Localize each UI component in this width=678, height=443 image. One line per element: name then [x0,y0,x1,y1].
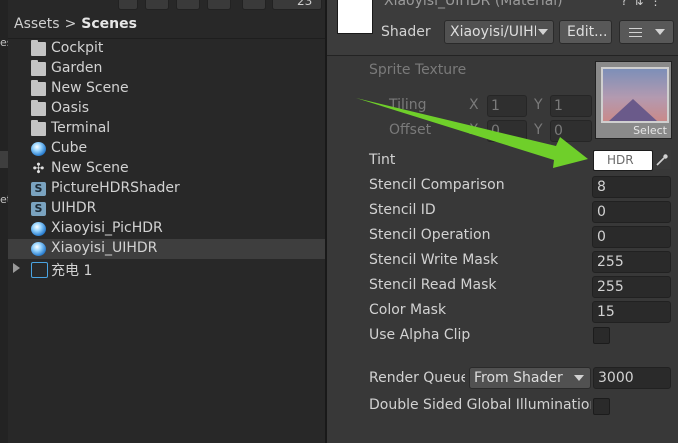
breadcrumb: Assets > Scenes [14,16,137,32]
asset-list: Cockpit Garden New Scene Oasis Terminal … [8,39,325,279]
render-queue-field[interactable]: 3000 [593,367,671,389]
offset-label: Offset [389,122,432,138]
edge-label-1: es [0,36,8,49]
double-sided-gi-label: Double Sided Global Illumination [369,397,591,413]
breadcrumb-current[interactable]: Scenes [81,16,137,32]
label-icon[interactable] [176,0,200,10]
offset-y-field[interactable]: 0 [550,120,592,142]
folder-icon [31,40,46,56]
list-item[interactable]: Oasis [8,99,325,119]
tiling-y-label: Y [534,97,543,113]
stencil-operation-label: Stencil Operation [369,227,491,243]
list-item[interactable]: Cube [8,139,325,159]
render-queue-label: Render Queue [369,370,465,386]
material-preview-thumbnail [337,0,373,34]
folder-icon [31,120,46,136]
list-item[interactable]: Terminal [8,119,325,139]
shader-label: Shader [381,24,431,40]
stencil-id-field[interactable]: 0 [592,201,671,223]
shader-icon: S [31,202,46,216]
color-mask-label: Color Mask [369,302,447,318]
tiling-x-field[interactable]: 1 [487,95,527,117]
favorite-icon[interactable] [242,0,266,10]
offset-x-field[interactable]: 0 [487,120,527,142]
edit-shader-button[interactable]: Edit... [559,20,612,44]
stencil-write-mask-label: Stencil Write Mask [369,252,499,268]
double-sided-gi-checkbox[interactable] [593,398,610,415]
eyedropper-button[interactable] [653,150,671,169]
list-item[interactable]: Xiaoyisi_PicHDR [8,219,325,239]
breadcrumb-separator: > [64,16,77,32]
render-queue-dropdown[interactable]: From Shader [469,367,591,389]
header-icons[interactable]: ?⇅⋮ [621,0,667,8]
folder-icon [31,80,46,96]
list-item-selected[interactable]: Xiaoyisi_UIHDR [8,239,325,259]
search-type-icon[interactable] [207,0,231,10]
offset-y-label: Y [534,122,543,138]
edge-selected-row[interactable] [0,151,8,168]
tint-color-field[interactable]: HDR [593,150,653,171]
expand-arrow-icon[interactable] [13,263,20,273]
settings-icon[interactable]: ⇅ [633,0,649,8]
scene-icon: ✣ [32,161,45,177]
hidden-packages-count: 23 [297,0,313,8]
tint-label: Tint [369,152,396,168]
shader-dropdown-value: Xiaoyisi/UIHDR [450,24,536,40]
list-item[interactable]: New Scene [8,79,325,99]
material-icon [31,242,46,256]
list-item[interactable]: S PictureHDRShader [8,179,325,199]
tiling-x-label: X [469,97,479,113]
chevron-down-icon [574,375,584,381]
texture-preview-image [601,67,669,123]
list-item[interactable]: Garden [8,59,325,79]
material-icon [31,142,46,156]
tiling-label: Tiling [389,97,427,113]
stencil-write-mask-field[interactable]: 255 [592,251,671,273]
texture-slot[interactable]: Select [595,61,672,139]
inspector-panel: Xiaoyisi_UIHDR (Material) ?⇅⋮ Shader Xia… [327,0,678,443]
material-header: Xiaoyisi_UIHDR (Material) ?⇅⋮ Shader Xia… [327,0,678,56]
collapsed-panel-edge [0,0,8,443]
filter-icon[interactable] [145,0,169,10]
shader-icon: S [31,182,46,196]
material-icon [31,222,46,236]
tiling-y-field[interactable]: 1 [550,95,592,117]
help-icon[interactable]: ? [621,0,633,8]
folder-icon [31,60,46,76]
eyedropper-icon [656,154,668,166]
color-mask-field[interactable]: 15 [592,301,671,323]
chevron-down-icon [538,29,548,35]
offset-x-label: X [469,122,479,138]
shader-dropdown[interactable]: Xiaoyisi/UIHDR [444,20,554,44]
shader-menu-button[interactable] [619,20,674,44]
stencil-id-label: Stencil ID [369,202,436,218]
edge-label-2: et [0,193,8,206]
project-panel: es et 23 Assets>Scenes Cockpit Garden Ne… [0,0,325,443]
stencil-comparison-label: Stencil Comparison [369,177,505,193]
breadcrumb-root[interactable]: Assets [14,16,60,32]
hdr-badge: HDR [607,153,634,167]
use-alpha-clip-label: Use Alpha Clip [369,327,471,343]
more-menu-icon[interactable]: ⋮ [649,0,667,8]
hidden-packages-button[interactable]: 23 [272,0,322,10]
list-icon [629,28,642,40]
list-item[interactable]: 充电 1 [8,259,325,279]
folder-icon [31,100,46,116]
list-item[interactable]: S UIHDR [8,199,325,219]
stencil-read-mask-field[interactable]: 255 [592,276,671,298]
texture-select-button[interactable]: Select [633,124,667,137]
use-alpha-clip-checkbox[interactable] [593,327,610,344]
sprite-texture-label: Sprite Texture [369,62,467,78]
stencil-comparison-field[interactable]: 8 [592,176,671,198]
stencil-operation-field[interactable]: 0 [592,226,671,248]
list-item[interactable]: Cockpit [8,39,325,59]
stencil-read-mask-label: Stencil Read Mask [369,277,497,293]
list-item[interactable]: ✣ New Scene [8,159,325,179]
material-name: Xiaoyisi_UIHDR (Material) [384,0,563,9]
lock-icon[interactable] [118,0,138,10]
prefab-icon [31,262,48,278]
chevron-down-icon [655,29,665,35]
